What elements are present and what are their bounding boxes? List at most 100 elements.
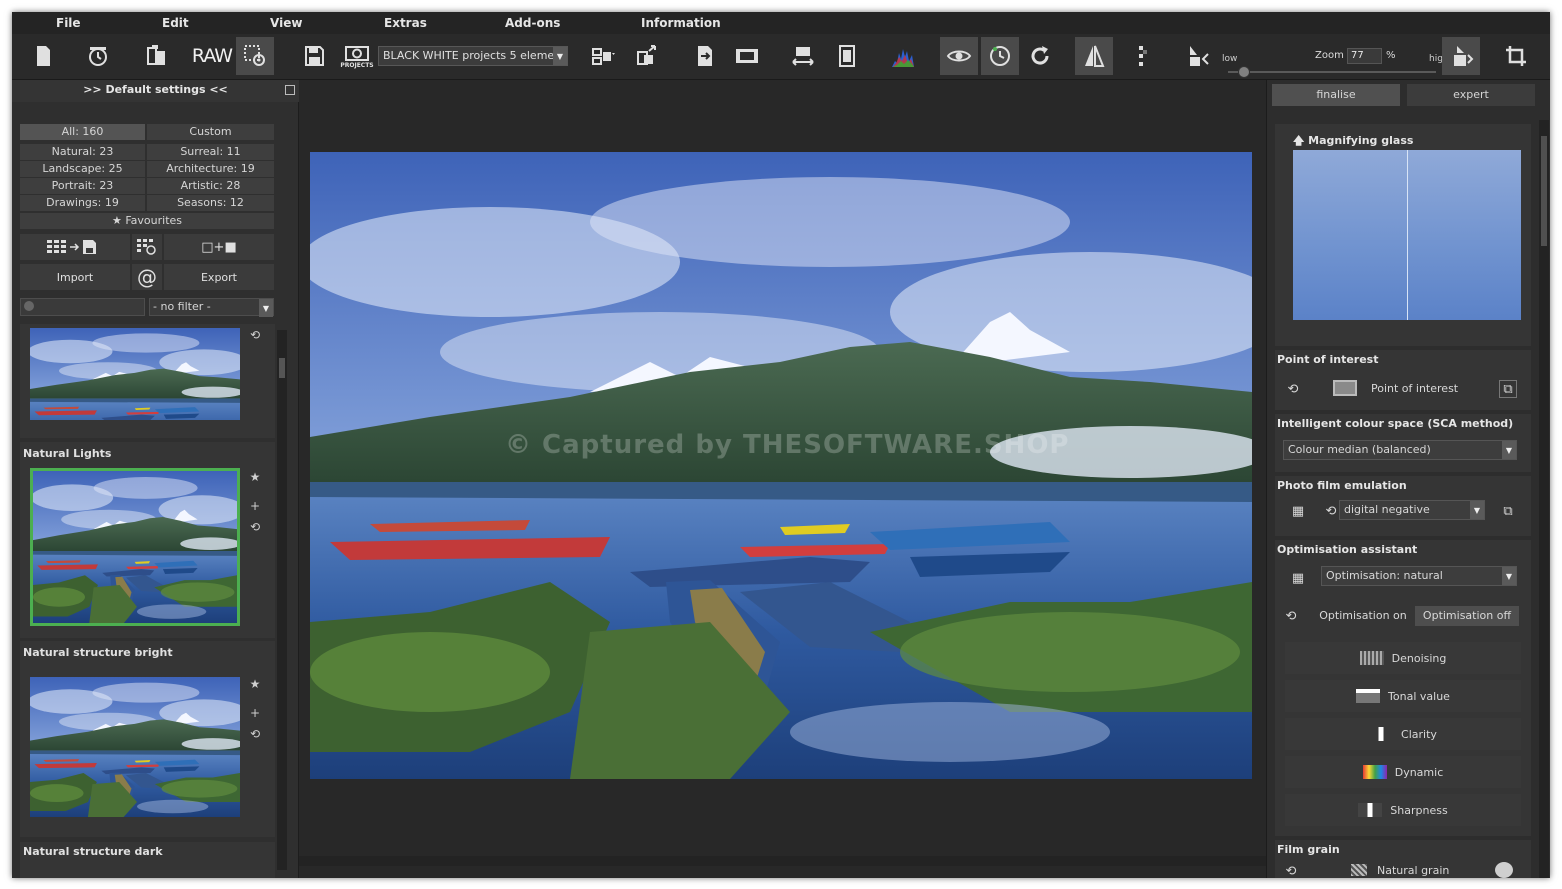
projects-button[interactable]: PROJECTS: [338, 37, 376, 75]
copy-icon[interactable]: ⧉: [1499, 380, 1517, 398]
zoom-out-button[interactable]: [1180, 37, 1218, 75]
star-icon[interactable]: ★: [248, 470, 262, 484]
refresh-icon[interactable]: ⟲: [248, 520, 262, 534]
module-tonal-value[interactable]: Tonal value: [1285, 680, 1521, 712]
split-view-button[interactable]: [1075, 37, 1113, 75]
zoom-in-button[interactable]: [1442, 37, 1480, 75]
preset-thumbnail-selected[interactable]: [30, 468, 240, 626]
plus-icon[interactable]: +: [248, 706, 262, 720]
module-dynamic[interactable]: Dynamic: [1285, 756, 1521, 788]
preset-search-input[interactable]: [20, 298, 145, 316]
refresh-icon[interactable]: ⟲: [1322, 502, 1340, 520]
image-canvas[interactable]: © Captured by THESOFTWARE.SHOP: [299, 80, 1266, 878]
refresh-preview-button[interactable]: [981, 37, 1019, 75]
optimisation-on-button[interactable]: Optimisation on: [1311, 606, 1415, 626]
plus-icon[interactable]: +: [248, 499, 262, 513]
category-artistic[interactable]: Artistic: 28: [147, 178, 274, 194]
preset-item-natural-structure-dark[interactable]: Natural structure dark: [20, 842, 275, 878]
menu-view[interactable]: View: [270, 16, 302, 30]
zoom-slider-handle[interactable]: [1238, 66, 1250, 78]
export-batch-button[interactable]: [628, 37, 666, 75]
restore-window-icon[interactable]: [285, 85, 295, 95]
sca-method-select[interactable]: Colour median (balanced) ▼: [1283, 440, 1517, 460]
category-favourites[interactable]: ★ Favourites: [20, 213, 274, 229]
category-architecture[interactable]: Architecture: 19: [147, 161, 274, 177]
grid-gear-icon[interactable]: ▦: [1285, 569, 1311, 587]
tab-finalise[interactable]: finalise: [1272, 84, 1400, 106]
projects-select[interactable]: BLACK WHITE projects 5 elements ▼: [378, 46, 568, 66]
category-portrait[interactable]: Portrait: 23: [20, 178, 145, 194]
film-grain-button[interactable]: Natural grain: [1351, 862, 1491, 878]
scrollbar-thumb[interactable]: [1541, 136, 1547, 246]
preset-thumbnail[interactable]: [30, 677, 240, 817]
grain-preview-icon[interactable]: [1495, 862, 1513, 878]
category-natural[interactable]: Natural: 23: [20, 144, 145, 160]
histogram-button[interactable]: [884, 37, 922, 75]
category-custom[interactable]: Custom: [147, 124, 274, 140]
crop-button[interactable]: [828, 37, 866, 75]
zoom-label: Zoom: [1315, 50, 1344, 61]
open-file-button[interactable]: [686, 37, 724, 75]
raw-button[interactable]: RAW: [192, 37, 233, 75]
category-all[interactable]: All: 160: [20, 124, 145, 140]
history-button[interactable]: [79, 37, 117, 75]
preset-settings-button[interactable]: [132, 234, 162, 260]
grid-gear-icon[interactable]: ▦: [1285, 502, 1311, 520]
star-icon[interactable]: ★: [248, 677, 262, 691]
menu-information[interactable]: Information: [641, 16, 721, 30]
redo-button[interactable]: [1021, 37, 1059, 75]
resize-button[interactable]: [784, 37, 822, 75]
tab-expert[interactable]: expert: [1407, 84, 1535, 106]
preset-filter-select[interactable]: - no filter - ▼: [149, 298, 274, 317]
menu-extras[interactable]: Extras: [384, 16, 427, 30]
preset-item[interactable]: ⟲: [20, 324, 275, 438]
preset-thumbnail[interactable]: [30, 328, 240, 420]
refresh-icon[interactable]: ⟲: [1284, 380, 1302, 398]
combine-presets-button[interactable]: □+■: [164, 234, 274, 260]
settings-scrollbar[interactable]: [1539, 120, 1549, 878]
refresh-icon[interactable]: ⟲: [248, 328, 262, 342]
email-button[interactable]: @: [132, 264, 162, 290]
horizontal-scrollbar[interactable]: [299, 856, 1266, 866]
settings-button[interactable]: [236, 37, 274, 75]
save-preset-grid-button[interactable]: [20, 234, 130, 260]
presets-scrollbar[interactable]: [277, 330, 287, 870]
magnifier-preview[interactable]: [1293, 150, 1521, 320]
film-emulation-select[interactable]: digital negative ▼: [1339, 500, 1485, 520]
menu-addons[interactable]: Add-ons: [505, 16, 560, 30]
category-surreal[interactable]: Surreal: 11: [147, 144, 274, 160]
export-button[interactable]: Export: [164, 264, 274, 290]
module-sharpness[interactable]: Sharpness: [1285, 794, 1521, 826]
compare-button[interactable]: [1122, 37, 1160, 75]
compare-layout-button[interactable]: [584, 37, 622, 75]
save-button[interactable]: [295, 37, 333, 75]
module-clarity[interactable]: Clarity: [1285, 718, 1521, 750]
magnifier-title: 🡅 Magnifying glass: [1293, 132, 1413, 151]
menu-file[interactable]: File: [56, 16, 81, 30]
preset-item-natural-structure-bright[interactable]: Natural structure bright ★ + ⟲: [20, 641, 275, 837]
point-of-interest-button[interactable]: Point of interest: [1333, 377, 1483, 399]
menu-edit[interactable]: Edit: [162, 16, 189, 30]
main-photo[interactable]: © Captured by THESOFTWARE.SHOP: [310, 152, 1252, 779]
rotate-crop-button[interactable]: [1497, 37, 1535, 75]
scrollbar-thumb[interactable]: [279, 358, 285, 378]
new-document-button[interactable]: [24, 37, 62, 75]
preset-title: Natural structure dark: [23, 845, 163, 858]
filmstrip-button[interactable]: [728, 37, 766, 75]
preview-eye-button[interactable]: [940, 37, 978, 75]
refresh-icon[interactable]: ⟲: [1282, 607, 1300, 625]
batch-button[interactable]: [137, 37, 175, 75]
optimisation-select[interactable]: Optimisation: natural ▼: [1321, 566, 1517, 586]
module-denoising[interactable]: Denoising: [1285, 642, 1521, 674]
category-drawings[interactable]: Drawings: 19: [20, 195, 145, 211]
refresh-icon[interactable]: ⟲: [1282, 862, 1300, 879]
import-button[interactable]: Import: [20, 264, 130, 290]
film-settings-icon[interactable]: ⧉: [1499, 502, 1517, 520]
refresh-icon[interactable]: ⟲: [248, 727, 262, 741]
optimisation-off-button[interactable]: Optimisation off: [1415, 606, 1519, 626]
category-landscape[interactable]: Landscape: 25: [20, 161, 145, 177]
category-seasons[interactable]: Seasons: 12: [147, 195, 274, 211]
zoom-slider-track[interactable]: [1228, 71, 1436, 73]
zoom-value-input[interactable]: 77: [1347, 48, 1382, 64]
preset-item-natural-lights[interactable]: Natural Lights ★ + ⟲: [20, 442, 275, 638]
